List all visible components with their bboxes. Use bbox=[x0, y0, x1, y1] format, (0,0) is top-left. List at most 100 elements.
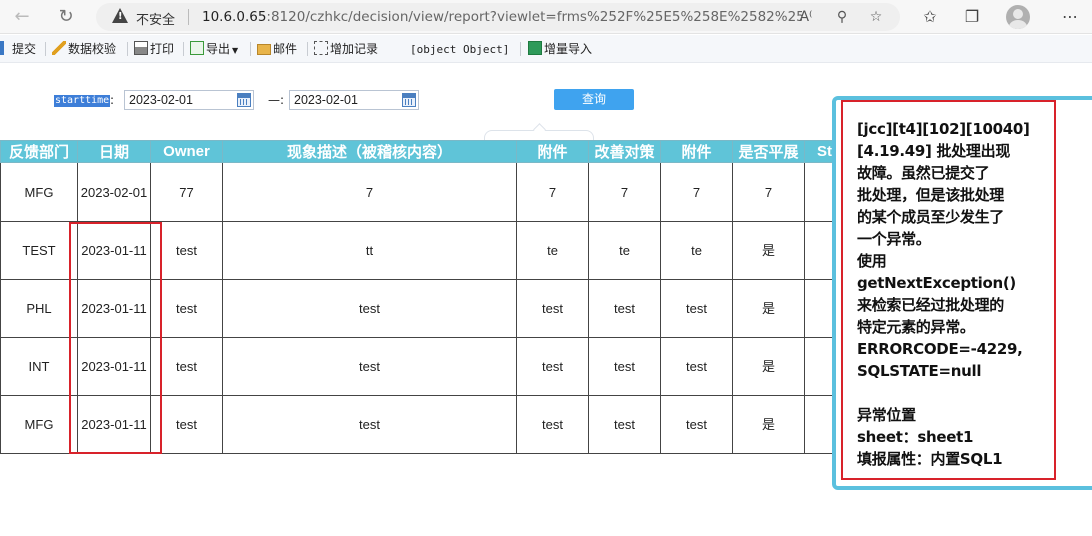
cell-description[interactable]: test bbox=[222, 395, 517, 454]
incremental-import-button[interactable]: 增量导入 bbox=[528, 41, 592, 57]
table-header-row: 反馈部门 日期 Owner 现象描述（被稽核内容） 附件 改善对策 附件 是否平… bbox=[0, 140, 845, 163]
table-row: MFG 2023-02-01 77 7 7 7 7 7 bbox=[0, 162, 845, 222]
profile-avatar[interactable] bbox=[1006, 5, 1030, 29]
validate-button[interactable]: 数据校验 bbox=[52, 41, 116, 57]
cell-attachment[interactable]: te bbox=[516, 221, 589, 280]
cell-dept[interactable]: PHL bbox=[0, 279, 78, 338]
incremental-import-label: 增量导入 bbox=[544, 42, 593, 56]
header-description: 现象描述（被稽核内容） bbox=[222, 140, 517, 163]
chevron-down-icon: ▼ bbox=[232, 46, 239, 55]
more-menu-icon[interactable]: ⋯ bbox=[1058, 5, 1082, 29]
header-date: 日期 bbox=[77, 140, 151, 163]
cell-date[interactable]: 2023-02-01 bbox=[77, 162, 151, 222]
cell-measure[interactable]: test bbox=[588, 337, 661, 396]
cell-description[interactable]: test bbox=[222, 337, 517, 396]
browser-chrome: ← ↻ 不安全 10.6.0.65:8120/czhkc/decision/vi… bbox=[0, 0, 1092, 34]
validate-label: 数据校验 bbox=[68, 42, 117, 56]
cell-flat[interactable]: 7 bbox=[732, 162, 805, 222]
cell-measure[interactable]: test bbox=[588, 279, 661, 338]
query-button[interactable]: 查询 bbox=[554, 89, 634, 110]
warning-icon bbox=[112, 8, 128, 23]
report-toolbar: 提交 数据校验 打印 导出 ▼ 邮件 增加记录 [object Object] 增… bbox=[0, 35, 1092, 63]
cell-flat[interactable]: 是 bbox=[732, 337, 805, 396]
cell-measure[interactable]: te bbox=[588, 221, 661, 280]
url-separator bbox=[188, 9, 189, 25]
header-attachment: 附件 bbox=[516, 140, 589, 163]
calendar-icon[interactable] bbox=[237, 93, 251, 107]
cell-attachment[interactable]: test bbox=[516, 395, 589, 454]
cell-flat[interactable]: 是 bbox=[732, 279, 805, 338]
submit-button[interactable]: 提交 bbox=[0, 41, 36, 57]
validate-icon bbox=[52, 41, 66, 55]
end-date-value: 2023-02-01 bbox=[294, 93, 358, 107]
error-line: [jcc][t4][102][10040] bbox=[857, 120, 1030, 138]
cell-dept[interactable]: MFG bbox=[0, 162, 78, 222]
print-button[interactable]: 打印 bbox=[134, 41, 174, 57]
cell-description[interactable]: tt bbox=[222, 221, 517, 280]
cell-dept[interactable]: INT bbox=[0, 337, 78, 396]
export-label: 导出 bbox=[206, 42, 231, 56]
cell-description[interactable]: 7 bbox=[222, 162, 517, 222]
end-date-input[interactable]: 2023-02-01 bbox=[289, 90, 419, 110]
error-line: SQLSTATE=null bbox=[857, 362, 982, 380]
error-line: getNextException() bbox=[857, 274, 1016, 292]
start-date-value: 2023-02-01 bbox=[129, 93, 193, 107]
cell-owner[interactable]: 77 bbox=[150, 162, 223, 222]
address-bar[interactable]: 不安全 10.6.0.65:8120/czhkc/decision/view/r… bbox=[96, 3, 900, 31]
error-line: 异常位置 bbox=[857, 406, 916, 424]
cell-flat[interactable]: 是 bbox=[732, 395, 805, 454]
error-line: 的某个成员至少发生了 bbox=[857, 208, 1005, 226]
cell-measure[interactable]: test bbox=[588, 395, 661, 454]
url-path: :8120/czhkc/decision/view/report?viewlet… bbox=[266, 9, 802, 25]
starttime-label: starttime bbox=[54, 95, 111, 107]
collections-icon[interactable]: ❐ bbox=[960, 5, 984, 29]
error-line: 一个异常。 bbox=[857, 230, 931, 248]
toolbar-separator bbox=[183, 42, 184, 56]
favorites-icon[interactable]: ✩ bbox=[918, 5, 942, 29]
cell-description[interactable]: test bbox=[222, 279, 517, 338]
object-button[interactable]: [object Object] bbox=[410, 42, 509, 58]
cell-dept[interactable]: MFG bbox=[0, 395, 78, 454]
cell-attachment-2[interactable]: 7 bbox=[660, 162, 733, 222]
cell-attachment-2[interactable]: test bbox=[660, 395, 733, 454]
header-measure: 改善对策 bbox=[588, 140, 661, 163]
range-separator: —: bbox=[268, 93, 285, 107]
header-attachment-2: 附件 bbox=[660, 140, 733, 163]
cell-attachment[interactable]: test bbox=[516, 337, 589, 396]
error-line: 批处理，但是该批处理 bbox=[857, 186, 1005, 204]
zoom-icon[interactable]: ⚲ bbox=[832, 7, 852, 27]
export-button[interactable]: 导出 ▼ bbox=[190, 41, 238, 57]
favorite-add-icon[interactable]: ☆ bbox=[866, 7, 886, 27]
cell-attachment-2[interactable]: te bbox=[660, 221, 733, 280]
toolbar-separator bbox=[45, 42, 46, 56]
error-line: 填报属性：内置SQL1 bbox=[857, 450, 1003, 468]
read-aloud-icon[interactable]: A⁽ bbox=[796, 7, 816, 27]
collapse-tab[interactable] bbox=[484, 130, 594, 140]
error-line: 来检索已经过批处理的 bbox=[857, 296, 1005, 314]
cell-flat[interactable]: 是 bbox=[732, 221, 805, 280]
calendar-icon[interactable] bbox=[402, 93, 416, 107]
error-line: 使用 bbox=[857, 252, 887, 270]
param-colon: : bbox=[110, 93, 115, 107]
reload-icon[interactable]: ↻ bbox=[54, 5, 78, 29]
cell-attachment-2[interactable]: test bbox=[660, 279, 733, 338]
cell-measure[interactable]: 7 bbox=[588, 162, 661, 222]
cell-dept[interactable]: TEST bbox=[0, 221, 78, 280]
error-line: sheet：sheet1 bbox=[857, 428, 974, 446]
cell-attachment[interactable]: test bbox=[516, 279, 589, 338]
toolbar-separator bbox=[307, 42, 308, 56]
header-dept: 反馈部门 bbox=[0, 140, 78, 163]
mail-button[interactable]: 邮件 bbox=[257, 41, 297, 57]
start-date-input[interactable]: 2023-02-01 bbox=[124, 90, 254, 110]
export-icon bbox=[190, 41, 204, 55]
submit-label: 提交 bbox=[12, 42, 37, 56]
insecure-label: 不安全 bbox=[136, 13, 176, 28]
excel-icon bbox=[528, 41, 542, 55]
date-column-highlight bbox=[69, 222, 162, 454]
mail-icon bbox=[257, 44, 271, 55]
cell-attachment[interactable]: 7 bbox=[516, 162, 589, 222]
cell-attachment-2[interactable]: test bbox=[660, 337, 733, 396]
back-arrow-icon[interactable]: ← bbox=[10, 5, 34, 29]
url-text[interactable]: 10.6.0.65:8120/czhkc/decision/view/repor… bbox=[202, 9, 802, 25]
add-record-button[interactable]: 增加记录 bbox=[314, 41, 378, 57]
